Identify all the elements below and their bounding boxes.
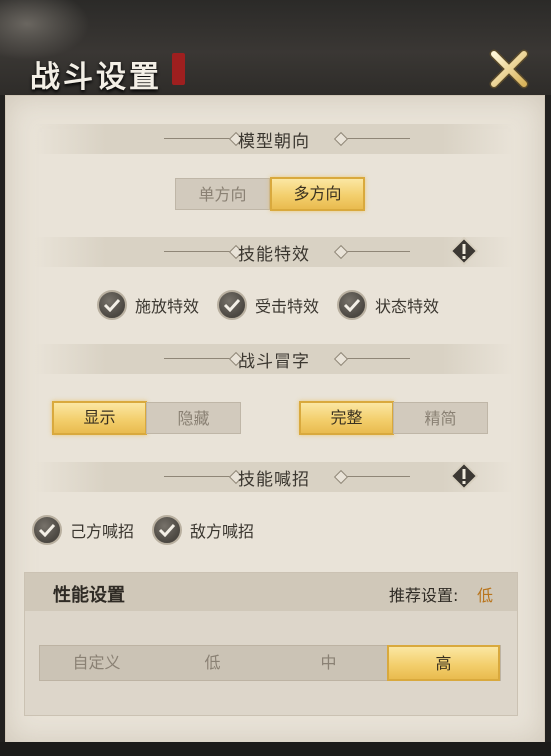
section-header-skill-shout: 技能喊招: [34, 462, 514, 492]
red-seal-stamp: [172, 53, 185, 85]
skill-effects-info-button[interactable]: [449, 236, 479, 266]
checkbox-checked-icon: [32, 515, 62, 545]
check-hit-effects[interactable]: 受击特效: [217, 289, 319, 321]
section-title: 技能特效: [238, 245, 310, 265]
check-label: 状态特效: [375, 297, 440, 316]
check-label: 敌方喊招: [190, 522, 255, 541]
performance-settings-box: 性能设置 推荐设置: 低 自定义 低 中 高: [24, 572, 518, 716]
section-title: 战斗冒字: [238, 352, 310, 372]
quality-selector: 自定义 低 中 高: [39, 645, 501, 681]
check-label: 受击特效: [255, 297, 320, 316]
skill-shout-info-button[interactable]: [449, 461, 479, 491]
section-title: 模型朝向: [238, 132, 310, 152]
quality-high-option[interactable]: 高: [387, 645, 500, 681]
warning-diamond-icon: [449, 236, 479, 266]
damage-show-button[interactable]: 显示: [52, 401, 147, 435]
quality-medium-option[interactable]: 中: [272, 646, 385, 680]
performance-title: 性能设置: [53, 585, 125, 606]
section-header-damage-numbers: 战斗冒字: [34, 344, 514, 374]
section-title: 技能喊招: [238, 470, 310, 490]
check-cast-effects[interactable]: 施放特效: [97, 289, 199, 321]
check-label: 施放特效: [135, 297, 200, 316]
quality-low-option[interactable]: 低: [156, 646, 269, 680]
window-title: 战斗设置: [30, 60, 162, 95]
check-enemy-shout[interactable]: 敌方喊招: [152, 514, 254, 546]
ink-decoration: [0, 0, 90, 60]
checkbox-checked-icon: [152, 515, 182, 545]
bottom-strip: [0, 742, 551, 756]
checkbox-checked-icon: [217, 290, 247, 320]
checkbox-checked-icon: [97, 290, 127, 320]
damage-simple-button[interactable]: 精简: [393, 402, 488, 434]
check-status-effects[interactable]: 状态特效: [337, 289, 439, 321]
damage-full-button[interactable]: 完整: [299, 401, 394, 435]
warning-diamond-icon: [449, 461, 479, 491]
section-header-model-orientation: 模型朝向: [34, 124, 514, 154]
recommend-label: 推荐设置:: [389, 586, 459, 605]
close-button[interactable]: [486, 46, 532, 92]
orientation-single-button[interactable]: 单方向: [175, 178, 270, 210]
quality-custom-option[interactable]: 自定义: [40, 646, 153, 680]
check-label: 己方喊招: [70, 522, 135, 541]
close-icon: [489, 49, 529, 89]
damage-hide-button[interactable]: 隐藏: [146, 402, 241, 434]
orientation-multi-button[interactable]: 多方向: [270, 177, 365, 211]
check-ally-shout[interactable]: 己方喊招: [32, 514, 134, 546]
section-header-skill-effects: 技能特效: [34, 237, 514, 267]
checkbox-checked-icon: [337, 290, 367, 320]
recommend-value: 低: [477, 586, 494, 605]
